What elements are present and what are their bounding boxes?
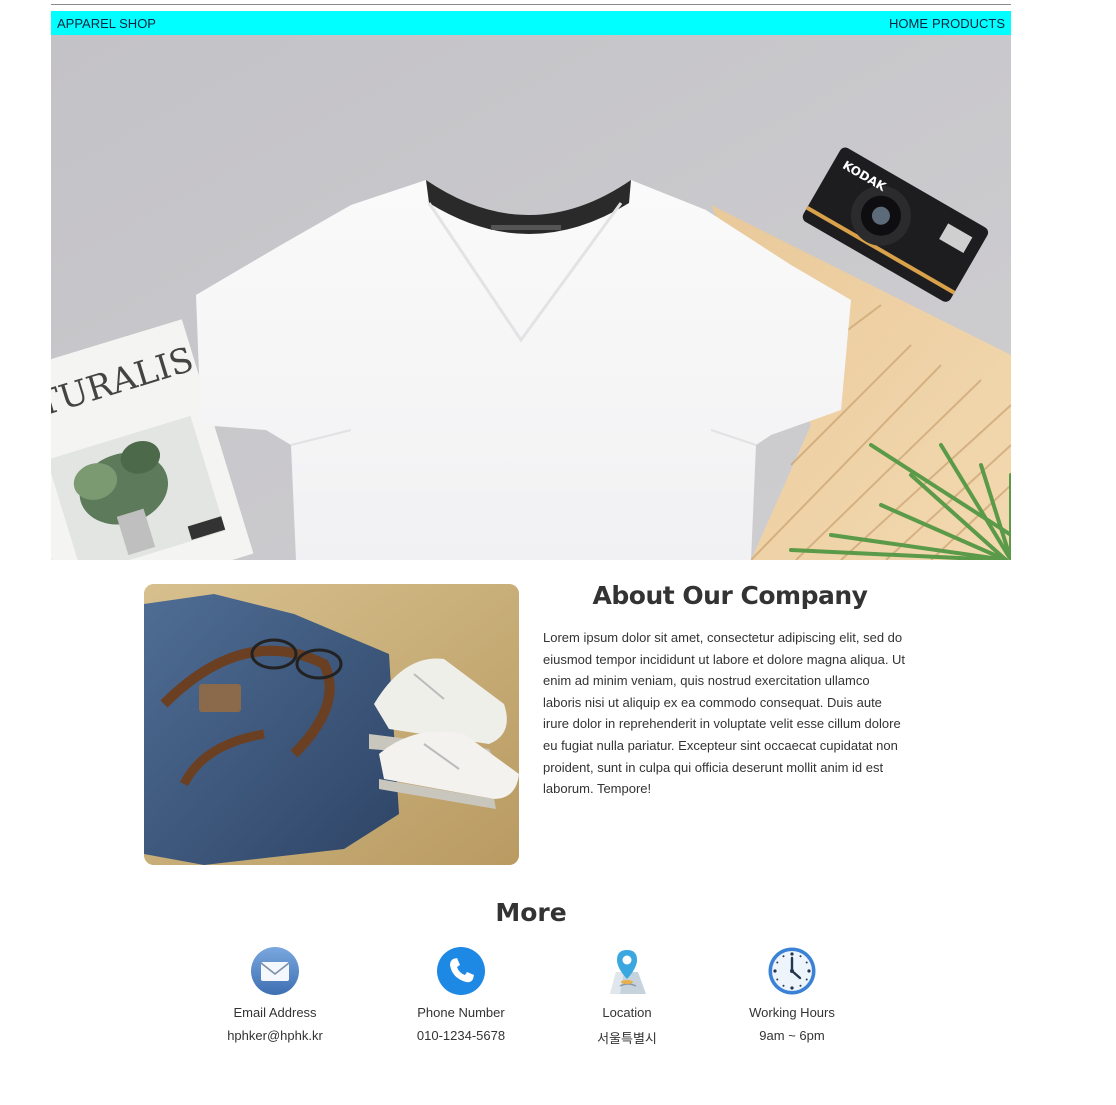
email-label: Email Address	[233, 1005, 317, 1020]
navbar: APPAREL SHOP HOME PRODUCTS	[51, 11, 1011, 35]
about-title: About Our Company	[592, 581, 868, 610]
top-divider	[51, 4, 1011, 5]
clock-icon	[768, 947, 816, 995]
location-label: Location	[602, 1005, 652, 1020]
contact-phone: Phone Number 010-1234-5678	[381, 946, 541, 1043]
nav-link-products[interactable]: PRODUCTS	[932, 16, 1005, 31]
phone-icon	[437, 947, 485, 995]
nav-link-home[interactable]: HOME	[889, 16, 928, 31]
contact-hours: Working Hours 9am ~ 6pm	[712, 946, 872, 1043]
email-icon	[251, 947, 299, 995]
hours-label: Working Hours	[749, 1005, 835, 1020]
hours-value: 9am ~ 6pm	[759, 1028, 825, 1043]
phone-value[interactable]: 010-1234-5678	[381, 1028, 541, 1043]
phone-label: Phone Number	[417, 1005, 505, 1020]
email-value[interactable]: hphker@hphk.kr	[195, 1028, 355, 1043]
about-body: Lorem ipsum dolor sit amet, consectetur …	[543, 630, 906, 797]
location-icon	[610, 950, 646, 994]
more-title: More	[495, 898, 567, 927]
location-value: 서울특별시	[597, 1031, 657, 1046]
nav-links: HOME PRODUCTS	[889, 16, 1005, 31]
contact-email: Email Address hphker@hphk.kr	[195, 946, 355, 1043]
page: APPAREL SHOP HOME PRODUCTS ATURALIS KODA…	[0, 0, 1116, 1105]
hero-image: ATURALIS KODAK	[51, 35, 1011, 560]
contact-location: Location 서울특별시	[547, 946, 707, 1047]
brand-logo-text[interactable]: APPAREL SHOP	[57, 16, 156, 31]
about-image	[144, 584, 519, 865]
